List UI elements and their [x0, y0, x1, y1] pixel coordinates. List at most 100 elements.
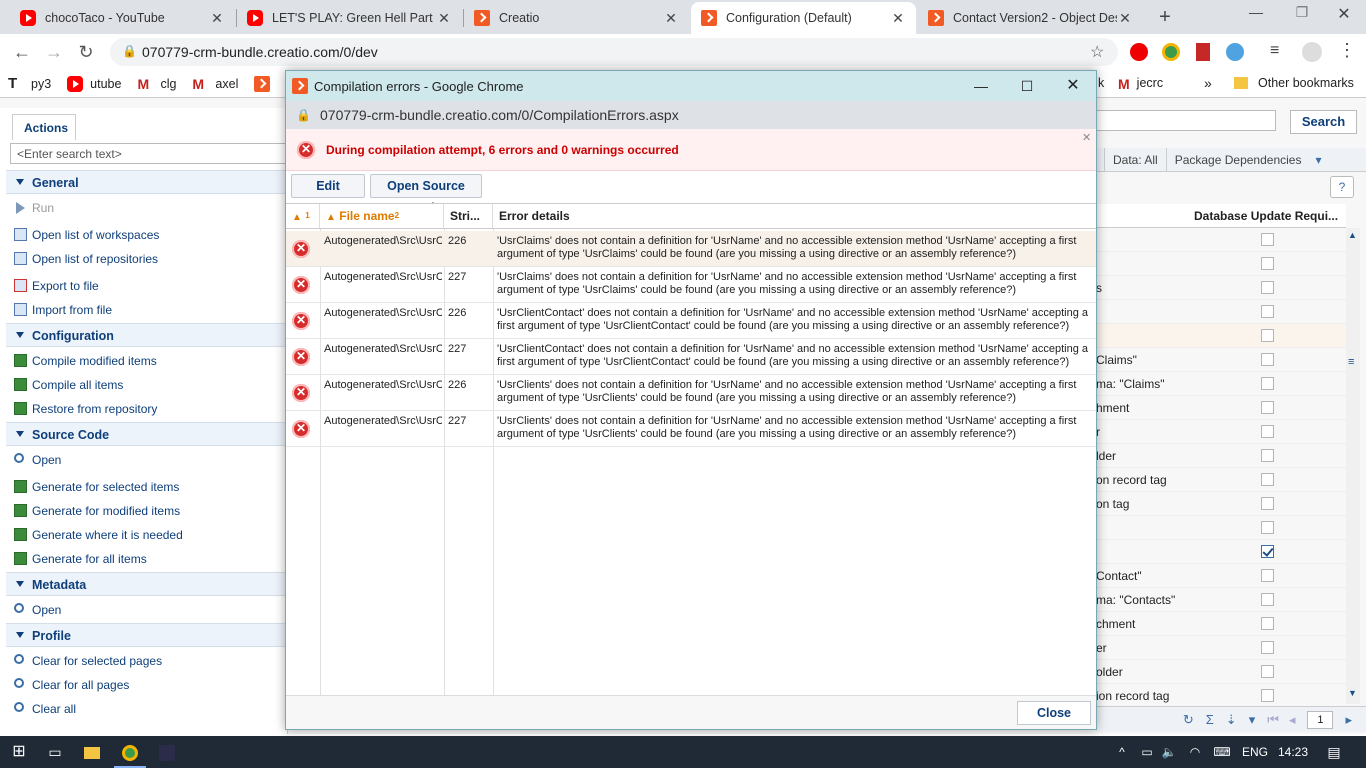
extension-chrome-icon[interactable]: [1162, 43, 1180, 61]
open-source-code-button[interactable]: Open Source Code: [370, 174, 482, 215]
error-row[interactable]: ✕ Autogenerated\Src\UsrC 226 'UsrClients' d…: [286, 375, 1096, 411]
error-row[interactable]: ✕ Autogenerated\Src\UsrC 226 'UsrClaims' do…: [286, 231, 1096, 267]
close-icon[interactable]: ✕: [663, 10, 679, 27]
db-update-checkbox[interactable]: [1261, 641, 1274, 654]
db-update-checkbox[interactable]: [1261, 233, 1274, 246]
filter-package-dependencies[interactable]: Package Dependencies: [1165, 147, 1310, 172]
minimize-icon[interactable]: —: [1236, 4, 1276, 20]
section-source-code[interactable]: Source Code: [6, 422, 288, 446]
refresh-icon[interactable]: ↻: [1183, 712, 1194, 728]
maximize-icon[interactable]: ☐: [1004, 71, 1050, 101]
db-update-checkbox[interactable]: [1261, 449, 1274, 462]
back-icon[interactable]: ←: [10, 40, 34, 64]
db-update-checkbox[interactable]: [1261, 401, 1274, 414]
close-button[interactable]: Close: [1017, 701, 1091, 725]
notifications-icon[interactable]: ▤: [1322, 736, 1346, 768]
bookmark-jecrc[interactable]: Mjecrc: [1118, 76, 1163, 92]
help-button[interactable]: ?: [1330, 176, 1354, 198]
grid-row[interactable]: [1096, 540, 1346, 564]
action-source-open[interactable]: Open: [14, 449, 284, 471]
grid-row[interactable]: Claims": [1096, 348, 1346, 372]
edit-button[interactable]: Edit: [291, 174, 365, 198]
task-view-icon[interactable]: ▭: [44, 736, 66, 768]
windows-start-icon[interactable]: ⊞: [8, 736, 30, 768]
bookmark-k[interactable]: k: [1098, 76, 1104, 90]
action-import-file[interactable]: Import from file: [14, 299, 284, 321]
battery-icon[interactable]: ▭: [1138, 736, 1156, 768]
db-update-checkbox[interactable]: [1261, 665, 1274, 678]
action-compile-modified[interactable]: Compile modified items: [14, 350, 284, 372]
wifi-icon[interactable]: ◠: [1186, 736, 1204, 768]
browser-tab-5[interactable]: Contact Version2 - Object Desi ✕: [918, 2, 1143, 34]
section-metadata[interactable]: Metadata: [6, 572, 288, 596]
page-number-input[interactable]: 1: [1307, 710, 1334, 729]
db-update-checkbox[interactable]: [1261, 305, 1274, 318]
scroll-down-icon[interactable]: ▼: [1348, 688, 1357, 698]
grid-row[interactable]: er: [1096, 636, 1346, 660]
grid-row[interactable]: [1096, 252, 1346, 276]
dismiss-icon[interactable]: ✕: [1082, 131, 1091, 144]
db-update-checkbox[interactable]: [1261, 425, 1274, 438]
clock[interactable]: 14:23: [1276, 736, 1310, 768]
db-update-checkbox[interactable]: [1261, 281, 1274, 294]
next-page-icon[interactable]: ▸: [1345, 712, 1352, 728]
grid-search-input[interactable]: [1096, 110, 1276, 131]
db-update-checkbox[interactable]: [1261, 353, 1274, 366]
grid-row[interactable]: [1096, 324, 1346, 348]
action-clear-all[interactable]: Clear all: [14, 698, 284, 720]
action-generate-needed[interactable]: Generate where it is needed: [14, 524, 284, 546]
error-row[interactable]: ✕ Autogenerated\Src\UsrC 227 'UsrClientCont…: [286, 339, 1096, 375]
bookmark-utube[interactable]: utube: [67, 75, 121, 92]
column-string[interactable]: Stri...: [444, 204, 493, 228]
error-row[interactable]: ✕ Autogenerated\Src\UsrC 227 'UsrClients' d…: [286, 411, 1096, 447]
chrome-menu-icon[interactable]: ⋮: [1338, 40, 1356, 61]
action-clear-selected-pages[interactable]: Clear for selected pages: [14, 650, 284, 672]
column-sort-status[interactable]: ▲ 1: [286, 204, 320, 228]
grid-row[interactable]: on record tag: [1096, 468, 1346, 492]
actions-search-input[interactable]: <Enter search text>: [10, 143, 288, 164]
grid-row[interactable]: on tag: [1096, 492, 1346, 516]
minimize-icon[interactable]: —: [958, 71, 1004, 101]
scroll-up-icon[interactable]: ▲: [1348, 230, 1357, 240]
grid-scrollbar[interactable]: ▲ ≡ ▼: [1346, 228, 1360, 704]
browser-tab-1[interactable]: chocoTaco - YouTube ✕: [10, 2, 235, 34]
chrome-taskbar-icon[interactable]: [114, 736, 146, 768]
action-restore-repository[interactable]: Restore from repository: [14, 398, 284, 420]
db-update-checkbox[interactable]: [1261, 377, 1274, 390]
action-open-workspaces[interactable]: Open list of workspaces: [14, 224, 284, 246]
section-profile[interactable]: Profile: [6, 623, 288, 647]
extension-opera-icon[interactable]: [1130, 43, 1148, 61]
chevron-down-icon[interactable]: ▾: [1249, 712, 1256, 728]
new-tab-button[interactable]: +: [1152, 4, 1178, 30]
grid-row[interactable]: [1096, 516, 1346, 540]
bookmark-axel[interactable]: Maxel: [192, 76, 238, 92]
filter-data[interactable]: Data: All: [1104, 147, 1166, 172]
grid-row[interactable]: Contact": [1096, 564, 1346, 588]
action-open-repositories[interactable]: Open list of repositories: [14, 248, 284, 270]
export-icon[interactable]: ⇣: [1226, 712, 1237, 728]
error-row[interactable]: ✕ Autogenerated\Src\UsrC 227 'UsrClaims' do…: [286, 267, 1096, 303]
browser-tab-4-active[interactable]: Configuration (Default) ✕: [691, 2, 916, 34]
other-bookmarks[interactable]: Other bookmarks: [1234, 76, 1354, 90]
column-error-details[interactable]: Error details: [493, 204, 1096, 228]
grid-row[interactable]: chment: [1096, 612, 1346, 636]
profile-avatar[interactable]: [1302, 42, 1322, 62]
db-update-checkbox[interactable]: [1261, 521, 1274, 534]
volume-icon[interactable]: 🔈: [1160, 736, 1178, 768]
language-indicator[interactable]: ENG: [1240, 736, 1270, 768]
action-generate-all[interactable]: Generate for all items: [14, 548, 284, 570]
db-update-checkbox[interactable]: [1261, 617, 1274, 630]
section-general[interactable]: General: [6, 170, 288, 194]
bookmark-clg[interactable]: Mclg: [137, 76, 176, 92]
db-update-checkbox[interactable]: [1261, 593, 1274, 606]
close-icon[interactable]: ✕: [436, 10, 452, 27]
bookmark-star-icon[interactable]: ☆: [1090, 42, 1104, 62]
grid-row[interactable]: s: [1096, 276, 1346, 300]
sum-icon[interactable]: Σ: [1206, 712, 1214, 727]
prev-page-icon[interactable]: ◂: [1289, 712, 1296, 728]
close-icon[interactable]: ✕: [209, 10, 225, 27]
db-update-checkbox[interactable]: [1261, 497, 1274, 510]
grid-row[interactable]: ion record tag: [1096, 684, 1346, 708]
close-icon[interactable]: ✕: [890, 10, 906, 27]
grid-column-header-db-update[interactable]: Database Update Requi...: [1096, 204, 1346, 228]
